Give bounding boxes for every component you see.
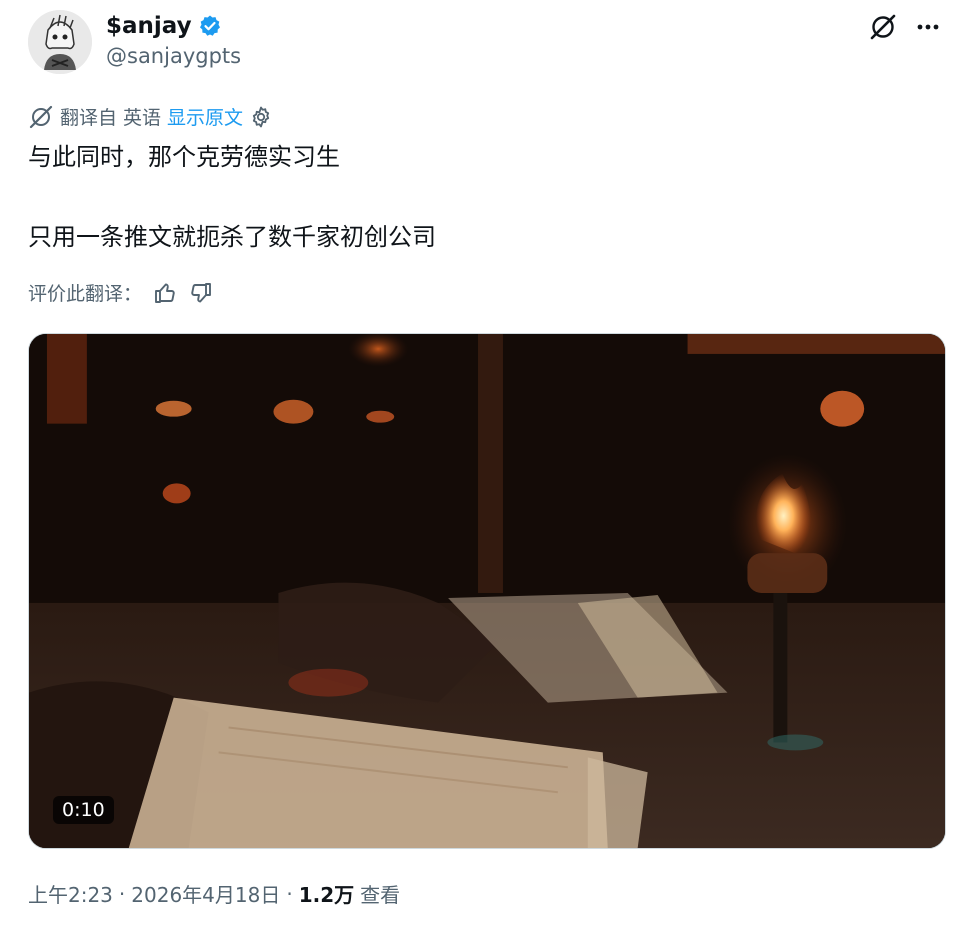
tweet-line-2: 只用一条推文就扼杀了数千家初创公司 <box>28 223 436 251</box>
translation-info: 翻译自 英语 显示原文 <box>28 103 273 130</box>
view-count: 1.2万 <box>298 883 355 907</box>
author-name[interactable]: $anjay <box>106 13 192 39</box>
meta-separator: · <box>118 881 126 906</box>
thumbs-up-icon[interactable] <box>152 280 178 306</box>
more-icon[interactable] <box>914 13 942 41</box>
author-name-row: $anjay <box>106 10 241 42</box>
author-handle[interactable]: @sanjaygpts <box>106 44 241 68</box>
views-label: 查看 <box>360 883 401 907</box>
tweet-time[interactable]: 上午2:23 <box>28 879 113 908</box>
thumbs-down-icon[interactable] <box>188 280 214 306</box>
author-block: $anjay @sanjaygpts <box>106 10 241 68</box>
meta-separator: · <box>286 881 293 906</box>
tweet-date[interactable]: 2026年4月18日 <box>131 879 280 908</box>
video-player[interactable]: 0:10 <box>28 333 946 849</box>
video-duration: 0:10 <box>53 796 114 824</box>
rate-translation: 评价此翻译： <box>28 279 214 306</box>
show-original-link[interactable]: 显示原文 <box>167 103 243 130</box>
tweet-text: 与此同时，那个克劳德实习生 只用一条推文就扼杀了数千家初创公司 <box>28 137 436 257</box>
avatar[interactable] <box>28 10 92 74</box>
tweet-meta: 上午2:23 · 2026年4月18日 · 1.2万 查看 <box>28 879 400 908</box>
grok-icon[interactable] <box>868 12 898 42</box>
translated-from-label: 翻译自 英语 <box>60 107 162 129</box>
top-actions <box>868 12 942 42</box>
rate-translation-label: 评价此翻译： <box>28 283 143 305</box>
gear-icon[interactable] <box>249 105 273 129</box>
avatar-illustration <box>28 10 92 74</box>
tweet-line-1: 与此同时，那个克劳德实习生 <box>28 143 340 171</box>
translate-icon <box>29 105 53 128</box>
video-thumbnail <box>29 334 945 848</box>
verified-badge-icon[interactable] <box>198 14 222 38</box>
